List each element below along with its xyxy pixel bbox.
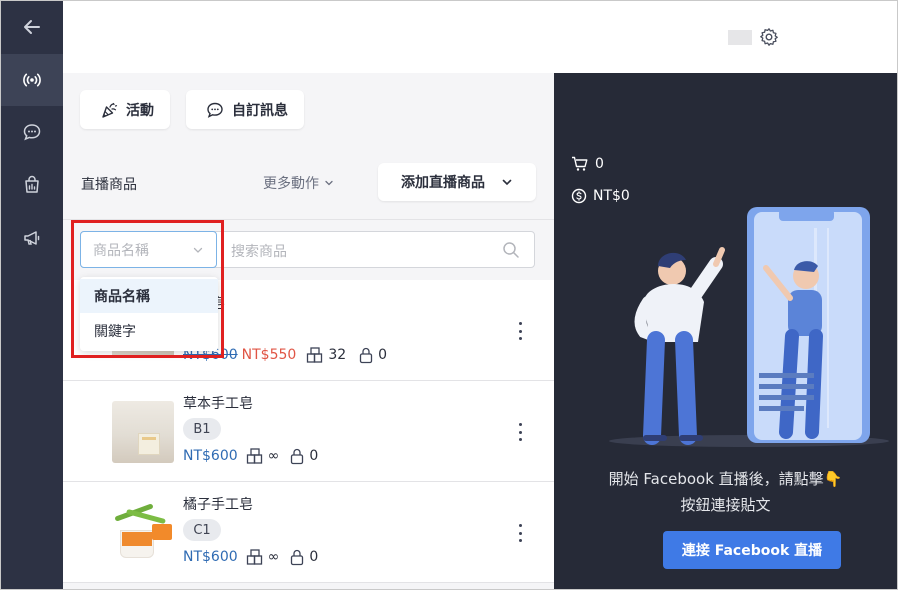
locked-count: 0: [378, 347, 388, 363]
more-options-button[interactable]: [515, 322, 525, 340]
cart-count: 0: [595, 156, 604, 172]
sale-price: NT$550: [241, 347, 297, 363]
party-popper-icon: [102, 102, 118, 118]
connect-facebook-live-button[interactable]: 連接 Facebook 直播: [663, 531, 841, 569]
add-live-product-button[interactable]: 添加直播商品: [378, 163, 536, 201]
cart-icon: [572, 156, 588, 171]
price: NT$600: [183, 549, 238, 565]
back-button[interactable]: [1, 1, 63, 53]
chat-bubble-icon: [23, 124, 41, 141]
product-row[interactable]: 草本手工皂 B1 NT$600 ∞ 0: [63, 381, 554, 481]
dollar-circle-icon: [571, 188, 587, 204]
nav-item-marketing[interactable]: [1, 212, 63, 264]
lock-icon: [291, 549, 304, 566]
app-window: 活動 自訂訊息 直播商品 更多動作 添加直播商品 商品名稱 搜索商品 手工: [0, 0, 898, 590]
more-actions-dropdown[interactable]: 更多動作: [263, 173, 334, 193]
product-code-badge: C1: [183, 519, 221, 541]
live-panel: 0 NT$0 開始 Facebook 直播後，請點擊👇 按鈕連接貼文 連接 Fa…: [554, 73, 897, 589]
product-thumbnail: [112, 401, 174, 463]
custom-message-label: 自訂訊息: [232, 102, 288, 119]
product-name: 草本手工皂: [183, 396, 253, 412]
highlight-annotation: [71, 220, 224, 358]
broadcast-icon: [23, 73, 41, 87]
more-options-button[interactable]: [515, 524, 525, 542]
left-nav: [1, 1, 63, 589]
chevron-down-icon: [325, 180, 333, 186]
product-code-badge: B1: [183, 418, 221, 440]
activity-button[interactable]: 活動: [80, 90, 170, 129]
custom-message-button[interactable]: 自訂訊息: [186, 90, 304, 129]
locked-count: 0: [309, 549, 319, 565]
chat-bubble-icon: [207, 102, 223, 118]
back-arrow-icon: [24, 20, 40, 34]
shopping-bag-icon: [25, 175, 39, 193]
phone-mirror-illustration: [609, 207, 889, 447]
megaphone-icon: [24, 231, 40, 245]
more-actions-label: 更多動作: [263, 176, 319, 192]
more-options-button[interactable]: [515, 423, 525, 441]
nav-item-products[interactable]: [1, 159, 63, 211]
chevron-down-icon: [502, 179, 512, 186]
stock-boxes-icon: [246, 448, 262, 464]
product-row[interactable]: 橘子手工皂 C1 NT$600 ∞ 0: [63, 482, 554, 582]
lock-icon: [291, 448, 304, 465]
product-name: 橘子手工皂: [183, 497, 253, 513]
activity-label: 活動: [126, 102, 154, 119]
divider: [63, 582, 554, 583]
stock-count: ∞: [267, 448, 280, 464]
search-input[interactable]: 搜索商品: [231, 241, 287, 261]
product-info: NT$600 ∞ 0: [183, 548, 318, 566]
connect-hint: 開始 Facebook 直播後，請點擊👇 按鈕連接貼文: [554, 466, 897, 518]
stock-count: ∞: [267, 549, 280, 565]
section-title: 直播商品: [81, 177, 137, 193]
product-info: NT$600 ∞ 0: [183, 447, 318, 465]
settings-button[interactable]: [758, 26, 780, 48]
stock-boxes-icon: [246, 549, 262, 565]
stock-boxes-icon: [307, 347, 323, 363]
top-bar: [63, 1, 897, 73]
cart-stat: 0: [571, 156, 604, 172]
connect-hint-line2: 按鈕連接貼文: [680, 496, 771, 514]
lock-icon: [359, 347, 373, 364]
add-live-product-label: 添加直播商品: [401, 175, 485, 191]
connect-hint-line1: 開始 Facebook 直播後，請點擊👇: [608, 470, 843, 488]
stock-count: 32: [328, 347, 347, 363]
gear-icon: [760, 28, 778, 46]
search-icon[interactable]: [502, 241, 520, 259]
product-thumbnail: [112, 502, 174, 564]
price: NT$600: [183, 448, 238, 464]
nav-item-messages[interactable]: [1, 106, 63, 158]
locked-count: 0: [309, 448, 319, 464]
nav-item-live[interactable]: [1, 54, 63, 106]
placeholder-chip: [728, 30, 752, 45]
